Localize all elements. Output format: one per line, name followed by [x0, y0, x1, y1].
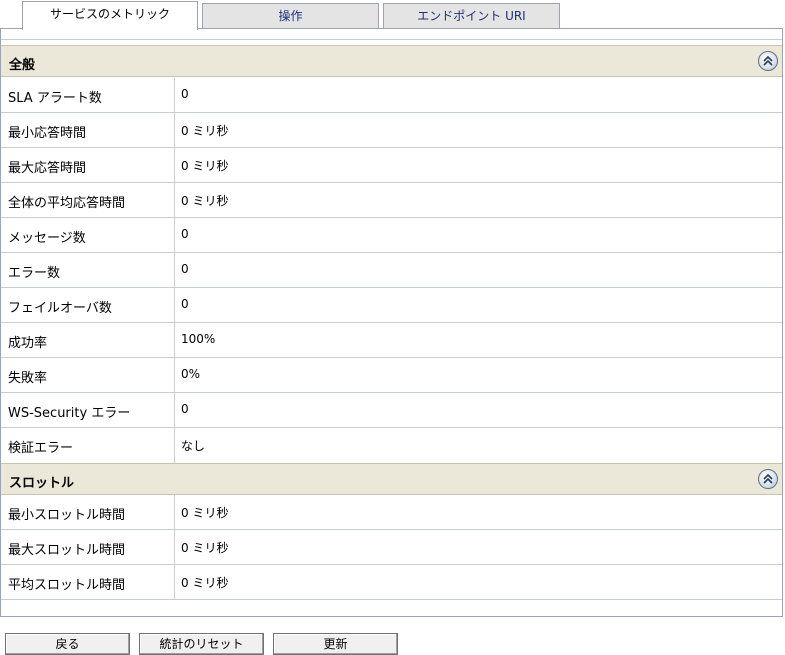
metric-row-success-rate: 成功率 100%: [1, 323, 782, 358]
double-chevron-up-icon: [763, 55, 773, 66]
metric-value: 0: [181, 402, 189, 416]
metric-row-min-throttle: 最小スロットル時間 0 ミリ秒: [1, 495, 782, 530]
metric-value: 0: [181, 297, 189, 311]
metric-label: 最小応答時間: [8, 126, 87, 141]
metric-label: SLA アラート数: [8, 91, 102, 106]
metric-row-ws-security-errors: WS-Security エラー 0: [1, 393, 782, 428]
metric-value: 0 ミリ秒: [181, 159, 229, 173]
metric-label: 成功率: [8, 336, 48, 351]
column-divider: [174, 495, 175, 529]
back-button[interactable]: 戻る: [5, 633, 130, 655]
metric-label: 検証エラー: [8, 441, 74, 456]
metric-row-error-count: エラー数 0: [1, 253, 782, 288]
tab-operations[interactable]: 操作: [202, 3, 379, 29]
tab-service-metrics[interactable]: サービスのメトリック: [22, 1, 198, 30]
column-divider: [174, 530, 175, 564]
column-divider: [174, 565, 175, 599]
metric-value: 0 ミリ秒: [181, 124, 229, 138]
column-divider: [174, 358, 175, 392]
column-divider: [174, 428, 175, 463]
metric-label: エラー数: [8, 266, 61, 281]
metric-row-failure-rate: 失敗率 0%: [1, 358, 782, 393]
column-divider: [174, 323, 175, 357]
metric-value: 0: [181, 87, 189, 101]
column-divider: [174, 183, 175, 217]
tab-bar: サービスのメトリック 操作 エンドポイント URI: [0, 0, 785, 30]
metric-value: 0: [181, 262, 189, 276]
metric-row-failover-count: フェイルオーバ数 0: [1, 288, 782, 323]
column-divider: [174, 148, 175, 182]
column-divider: [174, 113, 175, 147]
metric-row-max-response: 最大応答時間 0 ミリ秒: [1, 148, 782, 183]
metric-label: 最小スロットル時間: [8, 508, 126, 523]
collapse-general-button[interactable]: [758, 51, 778, 71]
metric-label: 失敗率: [8, 371, 48, 386]
metric-value: 0 ミリ秒: [181, 194, 229, 208]
update-button[interactable]: 更新: [273, 633, 398, 655]
metric-row-max-throttle: 最大スロットル時間 0 ミリ秒: [1, 530, 782, 565]
double-chevron-up-icon: [763, 473, 773, 484]
section-title-general: 全般: [9, 58, 36, 73]
metric-value: 0%: [181, 367, 201, 381]
metric-row-validation-errors: 検証エラー なし: [1, 428, 782, 463]
metric-label: 最大スロットル時間: [8, 543, 126, 558]
column-divider: [174, 78, 175, 112]
metric-row-sla-alerts: SLA アラート数 0: [1, 78, 782, 113]
metric-value: 0 ミリ秒: [181, 576, 229, 590]
metric-label: 最大応答時間: [8, 161, 87, 176]
metric-label: WS-Security エラー: [8, 406, 131, 421]
metric-row-avg-response: 全体の平均応答時間 0 ミリ秒: [1, 183, 782, 218]
panel-top-strip: [1, 39, 782, 43]
metric-label: 全体の平均応答時間: [8, 196, 126, 211]
column-divider: [174, 253, 175, 287]
metrics-panel: 全般 SLA アラート数 0 最小応答時間 0 ミリ秒 最大応答時間 0 ミリ秒…: [0, 29, 783, 617]
metric-value: 0 ミリ秒: [181, 541, 229, 555]
column-divider: [174, 288, 175, 322]
metric-label: 平均スロットル時間: [8, 578, 126, 593]
reset-stats-button[interactable]: 統計のリセット: [139, 633, 264, 655]
column-divider: [174, 218, 175, 252]
collapse-throttle-button[interactable]: [758, 469, 778, 489]
section-header-throttle: スロットル: [1, 463, 782, 495]
metric-value: なし: [181, 439, 206, 453]
column-divider: [174, 393, 175, 427]
metric-label: フェイルオーバ数: [8, 301, 112, 316]
section-title-throttle: スロットル: [9, 476, 75, 491]
metric-row-min-response: 最小応答時間 0 ミリ秒: [1, 113, 782, 148]
section-header-general: 全般: [1, 45, 782, 77]
metric-value: 0: [181, 227, 189, 241]
metric-label: メッセージ数: [8, 231, 86, 246]
metric-value: 100%: [181, 332, 216, 346]
metric-row-message-count: メッセージ数 0: [1, 218, 782, 253]
metric-row-avg-throttle: 平均スロットル時間 0 ミリ秒: [1, 565, 782, 600]
tab-endpoint-uri[interactable]: エンドポイント URI: [383, 3, 560, 29]
metric-value: 0 ミリ秒: [181, 506, 229, 520]
